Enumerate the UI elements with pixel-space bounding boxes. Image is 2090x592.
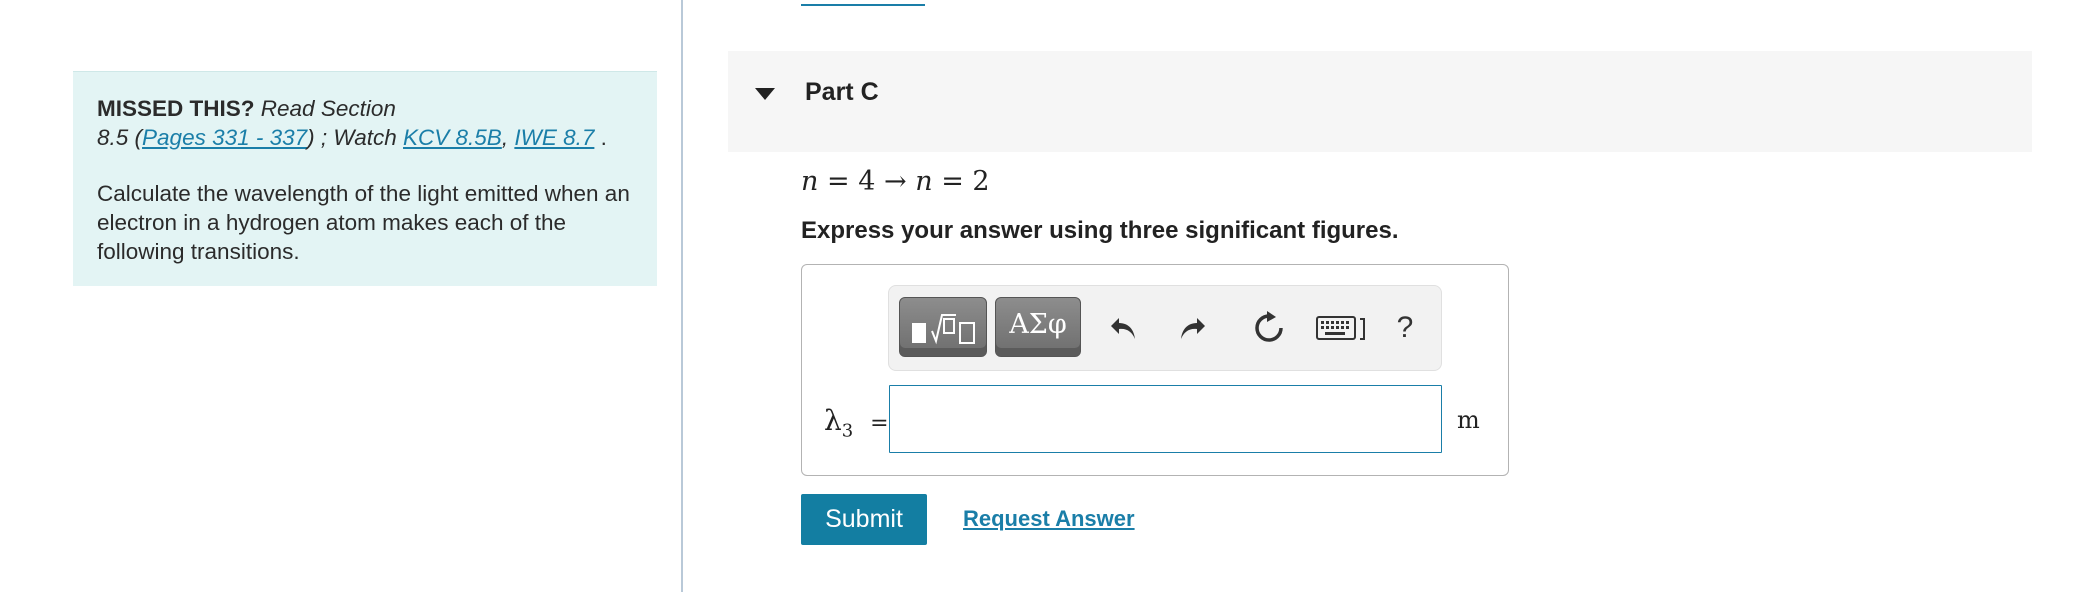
reset-icon[interactable] [1247, 306, 1291, 350]
answer-box: ΑΣφ ? λ3 = m [801, 264, 1509, 476]
column-divider [681, 0, 683, 592]
equals-sign: = [870, 411, 889, 436]
redo-icon[interactable] [1171, 306, 1215, 350]
section-prefix: 8.5 ( [97, 125, 143, 150]
iwe-link[interactable]: IWE 8.7 [514, 125, 594, 150]
hint-box: MISSED THIS? Read Section 8.5 (Pages 331… [73, 71, 657, 286]
answer-input[interactable] [889, 385, 1442, 453]
comma: , [501, 125, 509, 150]
eq-arrow: → [883, 166, 907, 197]
eq-rhs-val: 2 [972, 166, 990, 197]
unit-label: m [1457, 406, 1480, 434]
keyboard-icon[interactable] [1315, 306, 1371, 350]
eq-lhs-var: n [801, 166, 819, 197]
transition-equation: n = 4 → n = 2 [801, 166, 990, 197]
variable-label: λ3 = [824, 404, 889, 442]
period: . [594, 125, 607, 150]
eq-rhs-var: n [915, 166, 933, 197]
kcv-link[interactable]: KCV 8.5B [403, 125, 502, 150]
top-link-underline [801, 0, 925, 6]
answer-instruction: Express your answer using three signific… [801, 217, 1399, 244]
lambda-symbol: λ [824, 404, 842, 437]
lambda-subscript: 3 [841, 420, 854, 442]
caret-down-icon[interactable] [755, 88, 775, 100]
left-column: MISSED THIS? Read Section 8.5 (Pages 331… [0, 0, 682, 592]
part-title: Part C [805, 78, 879, 106]
hint-reference: MISSED THIS? Read Section 8.5 (Pages 331… [97, 94, 633, 152]
submit-button[interactable]: Submit [801, 494, 927, 545]
eq-equals-2: = [941, 166, 973, 197]
pages-link[interactable]: Pages 331 - 337 [142, 125, 307, 150]
part-header[interactable]: Part C [728, 51, 2032, 152]
greek-symbols-button[interactable]: ΑΣφ [995, 297, 1081, 357]
math-toolbar: ΑΣφ ? [888, 285, 1442, 371]
undo-icon[interactable] [1101, 306, 1145, 350]
templates-button[interactable] [899, 297, 987, 357]
eq-lhs-val: 4 [858, 166, 876, 197]
read-section-text: Read Section [260, 96, 396, 121]
missed-label: MISSED THIS? [97, 96, 255, 121]
help-icon[interactable]: ? [1383, 306, 1427, 350]
eq-equals-1: = [826, 166, 859, 197]
watch-text: ) ; Watch [307, 125, 404, 150]
hint-instructions: Calculate the wavelength of the light em… [97, 181, 630, 264]
templates-icon [912, 314, 975, 345]
request-answer-link[interactable]: Request Answer [963, 506, 1135, 532]
